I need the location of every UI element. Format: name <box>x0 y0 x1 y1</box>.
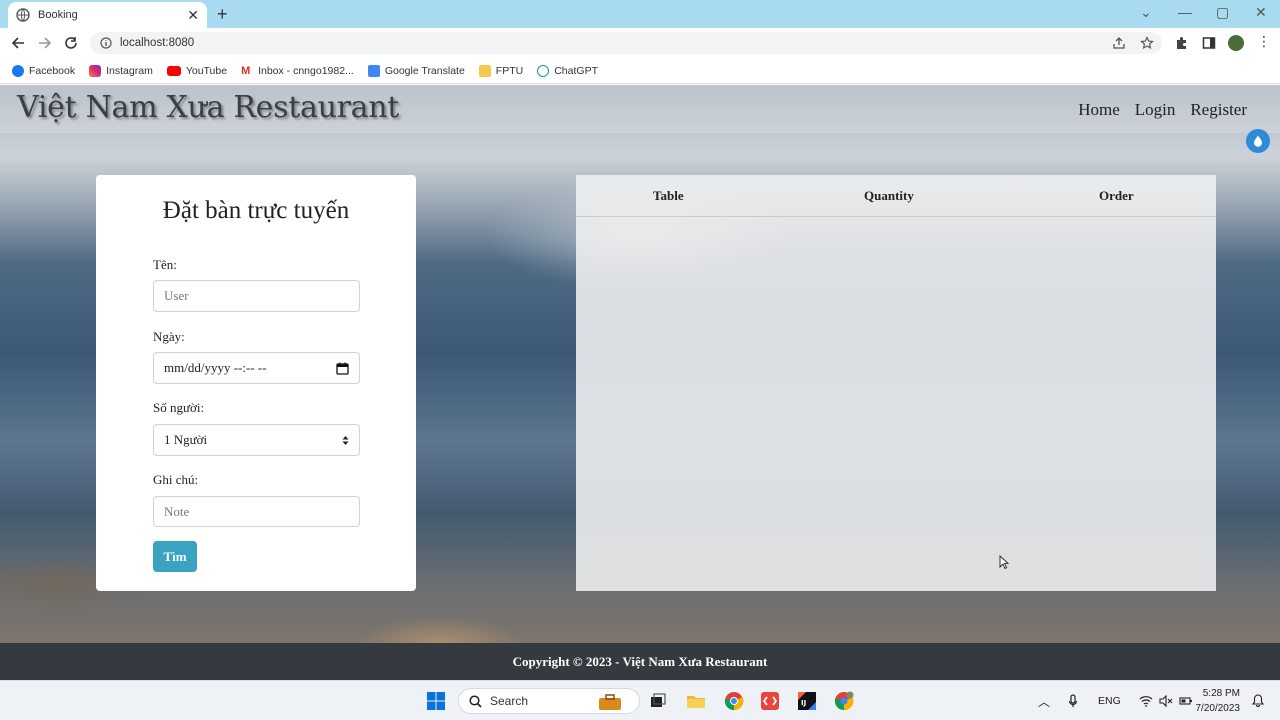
url-text: localhost:8080 <box>120 37 195 49</box>
taskbar: Search IJ ︿ ENG 5:28 PM 7/20/2023 <box>0 680 1280 720</box>
date-label: Ngày: <box>153 329 185 344</box>
top-nav: Home Login Register <box>1078 100 1247 120</box>
column-header-quantity: Quantity <box>864 188 914 203</box>
table-header: Table Quantity Order <box>576 175 1216 217</box>
taskbar-search[interactable]: Search <box>458 688 640 714</box>
globe-icon <box>16 8 30 22</box>
bookmark-youtube[interactable]: YouTube <box>166 65 227 77</box>
instagram-icon <box>89 64 102 77</box>
site-header: Việt Nam Xưa Restaurant Home Login Regis… <box>0 85 1280 133</box>
tab-title: Booking <box>38 9 78 21</box>
youtube-icon <box>166 65 181 76</box>
search-button[interactable]: Tìm <box>153 541 197 572</box>
bookmark-star-icon[interactable] <box>1140 36 1154 50</box>
clock-time: 5:28 PM <box>1202 688 1240 699</box>
wifi-icon[interactable] <box>1139 695 1153 707</box>
translate-icon <box>367 64 380 77</box>
bookmark-instagram[interactable]: Instagram <box>89 64 153 77</box>
svg-text:IJ: IJ <box>801 699 806 707</box>
bookmark-gmail[interactable]: M Inbox - cnngo1982... <box>241 65 354 77</box>
bookmark-fptu[interactable]: FPTU <box>478 64 523 77</box>
chrome-icon[interactable] <box>724 691 744 711</box>
volume-muted-icon[interactable] <box>1159 695 1173 707</box>
browser-tab-bar: Booking ✕ + ⌄ — ▢ ✕ <box>0 0 1280 28</box>
copyright-text: Copyright © 2023 - Việt Nam Xưa Restaura… <box>512 653 768 669</box>
briefcase-icon <box>599 694 621 710</box>
people-value: 1 Người <box>164 432 208 447</box>
bookmarks-bar: Facebook Instagram YouTube M Inbox - cnng… <box>0 58 1280 84</box>
side-panel-icon[interactable] <box>1202 36 1216 50</box>
reload-icon[interactable] <box>62 34 80 52</box>
nav-register[interactable]: Register <box>1190 100 1247 120</box>
column-header-table: Table <box>653 188 684 203</box>
info-icon[interactable] <box>100 37 112 49</box>
site-footer: Copyright © 2023 - Việt Nam Xưa Restaura… <box>0 643 1280 680</box>
name-label: Tên: <box>153 257 177 272</box>
people-label: Số người: <box>153 400 205 415</box>
microphone-icon[interactable] <box>1068 694 1078 708</box>
language-indicator[interactable]: ENG <box>1098 695 1121 707</box>
select-arrows-icon <box>342 435 349 445</box>
note-placeholder: Note <box>164 503 190 519</box>
close-window-icon[interactable]: ✕ <box>1255 4 1267 20</box>
date-value: mm/dd/yyyy --:-- -- <box>164 360 267 375</box>
search-icon <box>469 694 482 708</box>
close-tab-icon[interactable]: ✕ <box>187 8 199 22</box>
chatgpt-icon <box>537 64 550 77</box>
task-view-icon[interactable] <box>648 691 668 711</box>
clock-date: 7/20/2023 <box>1195 703 1241 714</box>
bookmark-google-translate[interactable]: Google Translate <box>367 64 465 77</box>
chevron-up-icon[interactable]: ︿ <box>1038 693 1050 710</box>
address-toolbar: localhost:8080 ⋮ <box>0 28 1280 58</box>
new-tab-icon[interactable]: + <box>217 5 228 23</box>
nav-home[interactable]: Home <box>1078 100 1120 120</box>
note-input[interactable]: Note <box>153 496 360 527</box>
page-background: Việt Nam Xưa Restaurant Home Login Regis… <box>0 85 1280 680</box>
notification-bell-icon[interactable] <box>1252 694 1264 707</box>
column-header-order: Order <box>1099 188 1134 203</box>
name-placeholder: User <box>164 288 189 303</box>
bookmark-chatgpt[interactable]: ChatGPT <box>537 64 598 77</box>
intellij-icon[interactable]: IJ <box>797 691 817 711</box>
system-clock[interactable]: 5:28 PM 7/20/2023 <box>1188 686 1241 716</box>
code-editor-icon[interactable] <box>760 691 780 711</box>
extensions-icon[interactable] <box>1175 36 1189 50</box>
results-table: Table Quantity Order <box>576 175 1216 591</box>
nav-login[interactable]: Login <box>1135 100 1176 120</box>
share-icon[interactable] <box>1112 36 1126 50</box>
calendar-icon[interactable] <box>336 362 349 375</box>
facebook-icon <box>12 64 24 77</box>
tab-search-icon[interactable]: ⌄ <box>1140 4 1152 20</box>
folder-icon <box>478 64 491 77</box>
system-tray: ︿ ENG <box>1038 681 1193 720</box>
browser-tab[interactable]: Booking ✕ <box>8 2 207 28</box>
note-label: Ghi chú: <box>153 472 199 487</box>
back-icon[interactable] <box>9 34 27 52</box>
date-input[interactable]: mm/dd/yyyy --:-- -- <box>153 352 360 384</box>
brand-logo[interactable]: Việt Nam Xưa Restaurant <box>17 90 399 125</box>
people-select[interactable]: 1 Người <box>153 424 360 456</box>
forward-icon[interactable] <box>36 34 54 52</box>
windows-start-icon[interactable] <box>426 691 446 711</box>
profile-avatar[interactable] <box>1228 35 1244 51</box>
droplet-icon <box>1254 135 1262 147</box>
name-input[interactable]: User <box>153 280 360 312</box>
menu-kebab-icon[interactable]: ⋮ <box>1257 33 1271 50</box>
file-explorer-icon[interactable] <box>686 691 706 711</box>
form-title: Đặt bàn trực tuyến <box>162 197 350 224</box>
booking-form: Đặt bàn trực tuyến Tên: User Ngày: mm/dd… <box>96 175 416 591</box>
gmail-icon: M <box>241 64 251 77</box>
minimize-icon[interactable]: — <box>1178 4 1192 20</box>
bookmark-facebook[interactable]: Facebook <box>12 64 75 77</box>
chrome-profile-icon[interactable] <box>834 691 854 711</box>
url-bar[interactable]: localhost:8080 <box>90 32 1162 54</box>
theme-toggle-button[interactable] <box>1246 129 1270 153</box>
mouse-cursor-icon <box>999 555 1009 569</box>
taskbar-search-label: Search <box>490 694 529 708</box>
maximize-icon[interactable]: ▢ <box>1216 4 1229 20</box>
